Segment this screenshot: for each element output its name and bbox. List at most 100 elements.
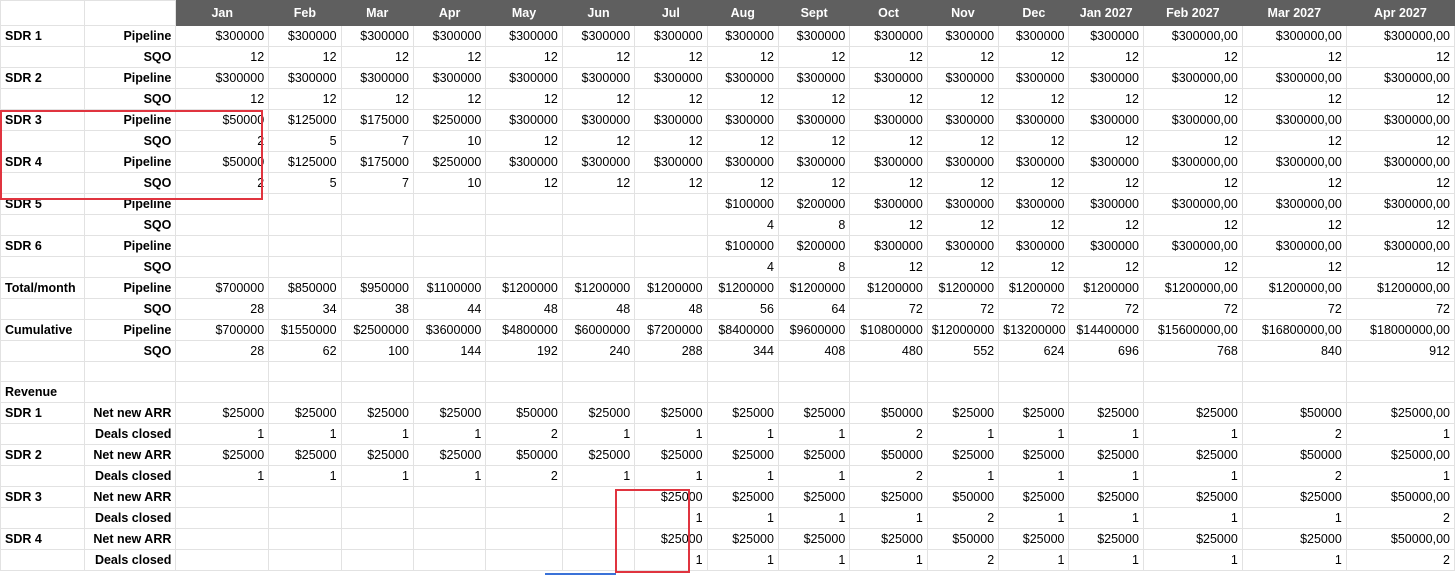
cell[interactable]: [634, 256, 708, 278]
cell[interactable]: $300000: [1068, 109, 1144, 131]
cell[interactable]: 1: [1142, 423, 1243, 445]
cell[interactable]: $15600000,00: [1142, 319, 1243, 341]
cell[interactable]: 12: [485, 172, 563, 194]
cell[interactable]: $300000: [926, 151, 1000, 173]
cell[interactable]: $12000000: [926, 319, 1000, 341]
cell[interactable]: 12: [849, 172, 928, 194]
cell[interactable]: $25000: [634, 528, 708, 550]
cell[interactable]: $25000: [1068, 528, 1144, 550]
column-header[interactable]: Jan: [175, 0, 270, 26]
cell[interactable]: [175, 193, 270, 215]
cell[interactable]: 72: [998, 298, 1070, 320]
cell[interactable]: $300000: [561, 109, 636, 131]
cell[interactable]: 12: [926, 172, 1000, 194]
column-header[interactable]: Nov: [926, 0, 1000, 26]
cell[interactable]: $50000: [926, 528, 1000, 550]
cell[interactable]: 1: [634, 549, 708, 571]
cell[interactable]: [561, 549, 636, 571]
cell[interactable]: [268, 486, 342, 508]
cell[interactable]: $1200000: [849, 277, 928, 299]
cell[interactable]: $300000: [634, 25, 708, 47]
cell[interactable]: $25000,00: [1345, 402, 1455, 424]
cell[interactable]: 12: [1345, 130, 1455, 152]
cell[interactable]: 12: [268, 46, 342, 68]
cell[interactable]: $300000: [340, 67, 414, 89]
cell[interactable]: $1200000: [998, 277, 1070, 299]
cell[interactable]: 1: [1345, 423, 1455, 445]
cell[interactable]: 12: [998, 214, 1070, 236]
row-label[interactable]: SDR 4: [0, 528, 85, 550]
cell[interactable]: [340, 549, 414, 571]
cell[interactable]: 72: [926, 298, 1000, 320]
cell[interactable]: 408: [777, 340, 851, 362]
metric-label[interactable]: Net new ARR: [83, 486, 177, 508]
cell[interactable]: $300000,00: [1345, 67, 1455, 89]
cell[interactable]: [268, 193, 342, 215]
cell[interactable]: [1241, 361, 1347, 382]
cell[interactable]: [1142, 381, 1243, 403]
cell[interactable]: $300000,00: [1345, 25, 1455, 47]
cell[interactable]: 1: [777, 423, 851, 445]
cell[interactable]: $700000: [175, 319, 270, 341]
cell[interactable]: $300000: [1068, 193, 1144, 215]
cell[interactable]: [634, 235, 708, 257]
column-header[interactable]: Dec: [998, 0, 1070, 26]
cell[interactable]: 12: [849, 256, 928, 278]
cell[interactable]: 12: [412, 46, 487, 68]
cell[interactable]: 12: [706, 46, 779, 68]
cell[interactable]: 1: [777, 549, 851, 571]
cell[interactable]: $1200000: [706, 277, 779, 299]
cell[interactable]: [998, 361, 1070, 382]
cell[interactable]: 12: [561, 88, 636, 110]
cell[interactable]: [485, 381, 563, 403]
metric-label[interactable]: SQO: [83, 46, 177, 68]
cell[interactable]: $300000: [634, 67, 708, 89]
cell[interactable]: 1: [1068, 465, 1144, 487]
cell[interactable]: 2: [1345, 507, 1455, 529]
cell[interactable]: [485, 256, 563, 278]
cell[interactable]: [268, 507, 342, 529]
cell[interactable]: $25000: [175, 444, 270, 466]
cell[interactable]: 12: [1241, 256, 1347, 278]
cell[interactable]: 12: [1068, 172, 1144, 194]
column-header[interactable]: Apr 2027: [1345, 0, 1455, 26]
cell[interactable]: $6000000: [561, 319, 636, 341]
cell[interactable]: 12: [1241, 88, 1347, 110]
cell[interactable]: $250000: [412, 109, 487, 131]
cell[interactable]: 1: [998, 465, 1070, 487]
row-label[interactable]: [0, 340, 85, 362]
cell[interactable]: 552: [926, 340, 1000, 362]
cell[interactable]: [412, 549, 487, 571]
cell[interactable]: $300000: [485, 151, 563, 173]
cell[interactable]: [268, 361, 342, 382]
cell[interactable]: $1200000: [561, 277, 636, 299]
cell[interactable]: [340, 486, 414, 508]
cell[interactable]: [268, 528, 342, 550]
cell[interactable]: 12: [485, 46, 563, 68]
cell[interactable]: $300000: [849, 151, 928, 173]
cell[interactable]: $25000: [268, 444, 342, 466]
cell[interactable]: 288: [634, 340, 708, 362]
metric-label[interactable]: Pipeline: [83, 25, 177, 47]
cell[interactable]: 12: [926, 214, 1000, 236]
cell[interactable]: $1200000: [1068, 277, 1144, 299]
cell[interactable]: 7: [340, 172, 414, 194]
cell[interactable]: [561, 361, 636, 382]
cell[interactable]: 12: [1345, 46, 1455, 68]
cell[interactable]: 1: [998, 549, 1070, 571]
cell[interactable]: $25000: [412, 402, 487, 424]
cell[interactable]: $300000: [998, 67, 1070, 89]
cell[interactable]: [634, 214, 708, 236]
cell[interactable]: $200000: [777, 193, 851, 215]
cell[interactable]: 12: [1142, 214, 1243, 236]
cell[interactable]: $25000: [998, 402, 1070, 424]
cell[interactable]: 12: [1241, 46, 1347, 68]
cell[interactable]: [268, 214, 342, 236]
cell[interactable]: [485, 235, 563, 257]
cell[interactable]: $25000: [777, 486, 851, 508]
row-label[interactable]: [0, 361, 85, 382]
cell[interactable]: $300000: [561, 151, 636, 173]
cell[interactable]: 5: [268, 172, 342, 194]
cell[interactable]: 12: [412, 88, 487, 110]
cell[interactable]: $300000: [268, 25, 342, 47]
